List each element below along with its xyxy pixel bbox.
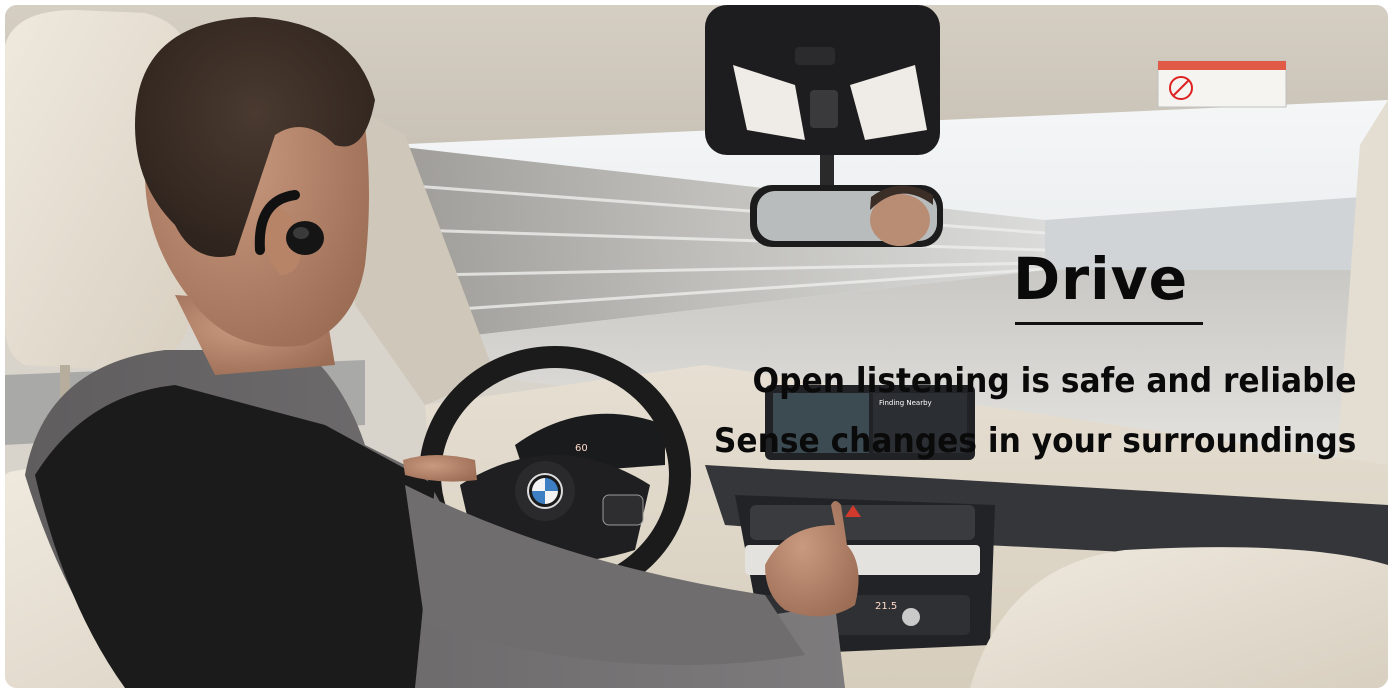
airbag-warning-icon — [1157, 60, 1287, 108]
title-underline — [1015, 322, 1203, 325]
speedo-reading: 60 — [575, 443, 588, 454]
overhead-console — [705, 5, 940, 155]
photo-frame: 60 Finding Nearby 21.5 Drive Open listen… — [5, 5, 1388, 688]
bmw-logo-icon — [527, 473, 563, 509]
headline-line-1: Open listening is safe and reliable — [752, 361, 1356, 401]
headline-title: Drive — [1013, 245, 1189, 313]
car-interior-photo: 60 Finding Nearby 21.5 — [5, 5, 1388, 688]
climate-temp: 21.5 — [875, 601, 897, 612]
headline-line-2: Sense changes in your surroundings — [713, 421, 1356, 461]
